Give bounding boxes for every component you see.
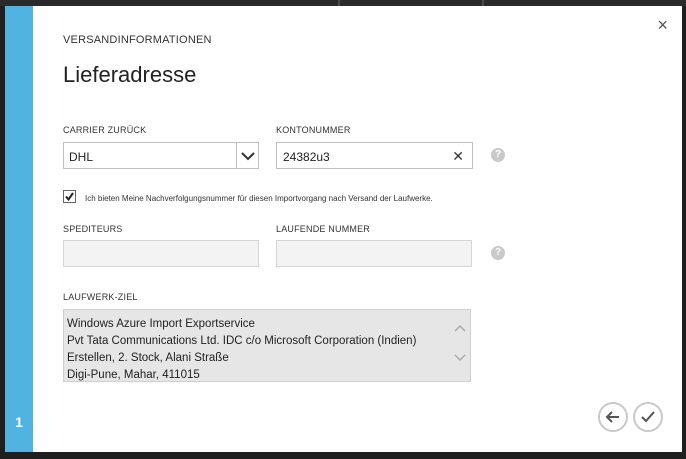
close-icon[interactable]: × bbox=[657, 16, 668, 34]
confirm-button[interactable] bbox=[633, 402, 663, 432]
back-button[interactable] bbox=[598, 402, 628, 432]
forwarder-input[interactable] bbox=[63, 240, 259, 267]
running-number-label: LAUFENDE NUMMER bbox=[276, 224, 371, 234]
confirm-check-icon bbox=[641, 411, 655, 423]
address-line: Pvt Tata Communications Ltd. IDC c/o Mic… bbox=[67, 335, 417, 347]
clear-icon[interactable]: ✕ bbox=[452, 148, 464, 165]
help-icon[interactable]: ? bbox=[491, 148, 505, 162]
address-line: Erstellen, 2. Stock, Alani Straße bbox=[67, 352, 229, 364]
tracking-opt-in-label: Ich bieten Meine Nachverfolgungsnummer f… bbox=[85, 194, 433, 203]
shipping-dialog: × VERSANDINFORMATIONEN Lieferadresse CAR… bbox=[33, 6, 682, 452]
account-number-input[interactable]: 24382u3 ✕ bbox=[276, 142, 473, 169]
scroll-down-icon[interactable] bbox=[454, 354, 466, 362]
carrier-label: CARRIER ZURÜCK bbox=[63, 125, 147, 135]
address-line: Windows Azure Import Exportservice bbox=[67, 318, 255, 330]
carrier-select[interactable]: DHL bbox=[63, 142, 259, 169]
wizard-step-number: 1 bbox=[15, 414, 23, 430]
scroll-up-icon[interactable] bbox=[454, 324, 466, 332]
section-label: VERSANDINFORMATIONEN bbox=[63, 34, 212, 46]
address-line: Digi-Pune, Mahar, 411015 bbox=[67, 369, 200, 381]
forwarder-label: SPEDITEURS bbox=[63, 224, 123, 234]
chevron-down-icon[interactable] bbox=[236, 143, 258, 168]
help-icon[interactable]: ? bbox=[491, 246, 505, 260]
wizard-sidebar: 1 bbox=[5, 6, 33, 452]
drive-destination-textarea[interactable]: Windows Azure Import Exportservice Pvt T… bbox=[63, 309, 471, 382]
drive-destination-label: LAUFWERK-ZIEL bbox=[63, 292, 138, 302]
tracking-opt-in-checkbox[interactable] bbox=[63, 190, 76, 203]
account-number-value: 24382u3 bbox=[283, 150, 330, 164]
checkmark-icon bbox=[65, 192, 74, 202]
carrier-selected-value: DHL bbox=[69, 150, 94, 164]
account-label: KONTONUMMER bbox=[276, 125, 351, 135]
back-arrow-icon bbox=[605, 411, 619, 423]
page-title: Lieferadresse bbox=[63, 62, 197, 87]
running-number-input[interactable] bbox=[276, 240, 472, 267]
